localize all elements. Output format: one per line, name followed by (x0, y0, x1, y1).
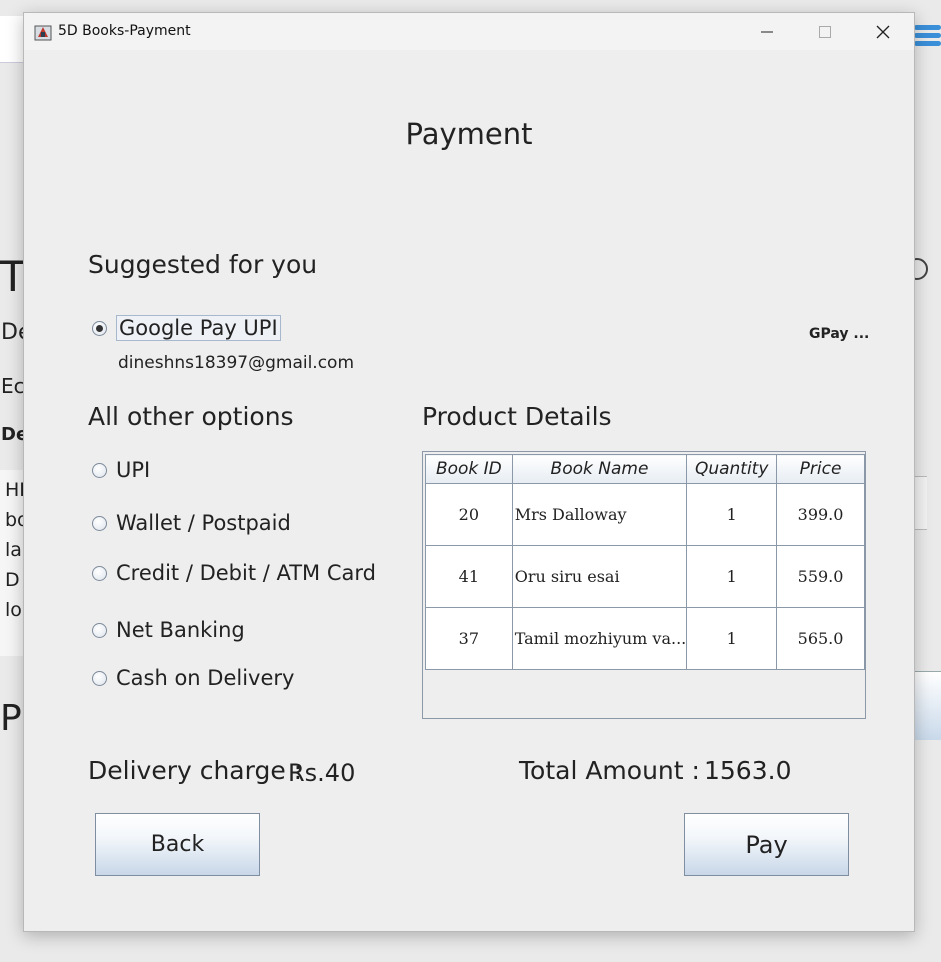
back-button[interactable]: Back (95, 813, 260, 876)
upi-label: UPI (116, 458, 151, 482)
window-title: 5D Books-Payment (58, 23, 191, 39)
background-fragment: HI (5, 479, 25, 501)
minimize-icon (761, 31, 773, 32)
background-fragment: Ec (1, 374, 25, 398)
book-name-cell[interactable]: Mrs Dalloway (511, 483, 688, 546)
pay-button[interactable]: Pay (684, 813, 849, 876)
column-header[interactable]: Book Name (511, 454, 688, 484)
cod-label: Cash on Delivery (116, 666, 295, 690)
column-header[interactable]: Book ID (425, 454, 513, 484)
upi-radio[interactable] (92, 462, 107, 478)
background-fragment: P (0, 698, 22, 739)
card-option[interactable]: Credit / Debit / ATM Card (92, 561, 376, 585)
table-header-row: Book ID Book Name Quantity Price (425, 454, 865, 484)
app-icon (34, 25, 52, 41)
product-table-container[interactable]: Book ID Book Name Quantity Price 20 Mrs … (422, 451, 866, 719)
google-pay-option[interactable]: Google Pay UPI (92, 315, 281, 341)
card-radio[interactable] (92, 565, 107, 581)
cod-option[interactable]: Cash on Delivery (92, 666, 294, 690)
delivery-charge-value: Rs.40 (288, 759, 356, 787)
payment-window: 5D Books-Payment Payment Suggested for y… (23, 12, 915, 932)
gpay-label: GPay ... (809, 326, 870, 342)
cod-radio[interactable] (92, 670, 107, 686)
other-options-title: All other options (88, 402, 294, 431)
column-header[interactable]: Quantity (686, 454, 778, 484)
total-amount-value: 1563.0 (704, 756, 792, 785)
quantity-cell[interactable]: 1 (686, 483, 778, 546)
wallet-radio[interactable] (92, 515, 107, 531)
price-cell[interactable]: 565.0 (776, 607, 865, 670)
product-table: Book ID Book Name Quantity Price 20 Mrs … (425, 454, 865, 670)
background-button (912, 671, 941, 740)
net-banking-label: Net Banking (116, 618, 245, 642)
background-fragment: lo (5, 599, 22, 621)
maximize-button[interactable] (796, 13, 854, 50)
net-banking-option[interactable]: Net Banking (92, 618, 245, 642)
price-cell[interactable]: 559.0 (776, 545, 865, 608)
net-banking-radio[interactable] (92, 622, 107, 638)
product-details-title: Product Details (422, 402, 612, 431)
column-header[interactable]: Price (776, 454, 865, 484)
price-cell[interactable]: 399.0 (776, 483, 865, 546)
background-menu-icon (914, 22, 941, 56)
background-fragment: la (5, 539, 22, 561)
wallet-label: Wallet / Postpaid (116, 511, 291, 535)
suggested-title: Suggested for you (88, 250, 318, 279)
title-bar[interactable]: 5D Books-Payment (24, 13, 914, 50)
wallet-option[interactable]: Wallet / Postpaid (92, 511, 291, 535)
google-pay-radio[interactable] (92, 320, 107, 336)
delivery-charge-label: Delivery charge : (88, 756, 303, 785)
book-id-cell[interactable]: 20 (425, 483, 513, 546)
quantity-cell[interactable]: 1 (686, 545, 778, 608)
table-row[interactable]: 20 Mrs Dalloway 1 399.0 (425, 483, 865, 546)
background-fragment: T (0, 252, 26, 301)
close-button[interactable] (854, 13, 912, 50)
page-title: Payment (405, 117, 533, 151)
total-amount-label: Total Amount : (519, 756, 700, 785)
upi-email: dineshns18397@gmail.com (118, 353, 355, 373)
maximize-icon (819, 25, 831, 38)
upi-option[interactable]: UPI (92, 458, 150, 482)
book-name-cell[interactable]: Tamil mozhiyum va... (511, 607, 688, 670)
minimize-button[interactable] (738, 13, 796, 50)
quantity-cell[interactable]: 1 (686, 607, 778, 670)
card-label: Credit / Debit / ATM Card (116, 561, 376, 585)
book-id-cell[interactable]: 41 (425, 545, 513, 608)
background-fragment: D (5, 569, 20, 591)
table-row[interactable]: 37 Tamil mozhiyum va... 1 565.0 (425, 607, 865, 670)
google-pay-label: Google Pay UPI (116, 315, 281, 341)
table-row[interactable]: 41 Oru siru esai 1 559.0 (425, 545, 865, 608)
book-id-cell[interactable]: 37 (425, 607, 513, 670)
book-name-cell[interactable]: Oru siru esai (511, 545, 688, 608)
close-icon (876, 25, 890, 38)
